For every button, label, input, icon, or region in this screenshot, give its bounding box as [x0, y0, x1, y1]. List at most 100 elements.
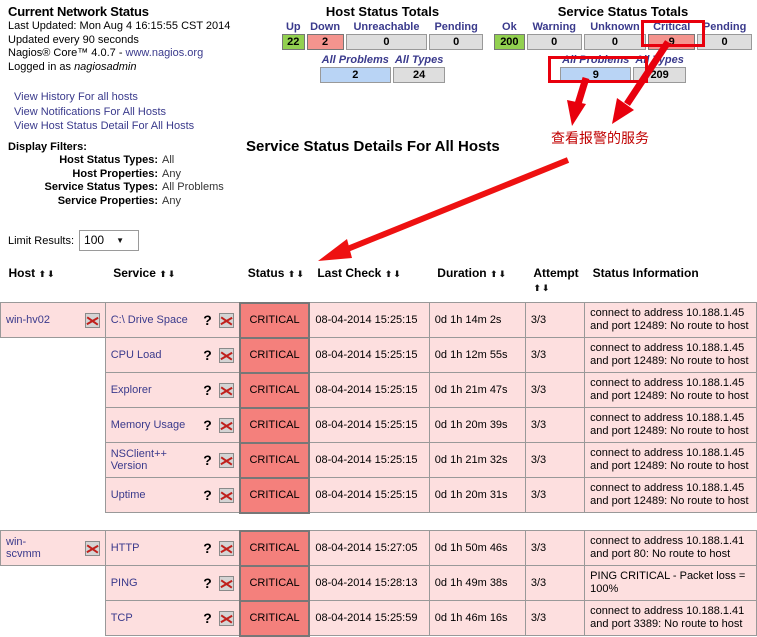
notifications-disabled-icon[interactable]	[218, 610, 234, 626]
help-icon[interactable]: ?	[203, 452, 212, 468]
host-totals-up-value[interactable]: 22	[282, 34, 305, 50]
notifications-disabled-icon[interactable]	[218, 417, 234, 433]
duration-cell: 0d 1h 21m 32s	[428, 442, 526, 478]
notifications-disabled-icon[interactable]	[218, 382, 234, 398]
help-icon[interactable]: ?	[203, 312, 212, 328]
column-header-attempt[interactable]: Attempt ⬆⬇	[525, 262, 585, 303]
table-row: NSClient++ Version? CRITICAL 08-04-2014 15…	[0, 441, 757, 479]
host-all-problems-label[interactable]: All Problems	[320, 54, 391, 66]
help-icon[interactable]: ?	[203, 610, 212, 626]
host-link[interactable]: win-hv02	[6, 314, 58, 326]
column-header-status[interactable]: Status ⬆⬇	[239, 262, 310, 303]
status-badge: CRITICAL	[238, 599, 311, 637]
notifications-disabled-icon[interactable]	[218, 452, 234, 468]
column-header-last-check[interactable]: Last Check ⬆⬇	[309, 262, 430, 303]
table-header-row: Host ⬆⬇ Service ⬆⬇ Status ⬆⬇ Last Check …	[0, 262, 757, 303]
host-totals-unreachable-value[interactable]: 0	[345, 34, 428, 50]
last-check-cell: 08-04-2014 15:25:15	[308, 442, 430, 478]
host-totals-col-down[interactable]: Down	[307, 21, 344, 33]
host-totals-col-pending[interactable]: Pending	[429, 21, 483, 33]
service-totals-col-pending[interactable]: Pending	[697, 21, 752, 33]
host-summary-value-row: 2 24	[319, 67, 446, 83]
host-all-types-label[interactable]: All Types	[393, 54, 446, 66]
filter-row: Host Properties: Any	[8, 168, 224, 182]
limit-results-select[interactable]: 100 ▼	[79, 230, 140, 251]
sort-arrows-icon[interactable]: ⬆⬇	[533, 283, 550, 293]
help-icon[interactable]: ?	[203, 540, 212, 556]
column-header-service[interactable]: Service ⬆⬇	[105, 262, 240, 303]
help-icon[interactable]: ?	[203, 487, 212, 503]
notifications-disabled-icon[interactable]	[84, 312, 100, 328]
notifications-disabled-icon[interactable]	[84, 540, 100, 556]
service-link[interactable]: Memory Usage	[111, 419, 197, 431]
status-information-cell: connect to address 10.188.1.45 and port …	[584, 302, 757, 338]
limit-results-control: Limit Results: 100 ▼	[8, 230, 140, 251]
service-totals-unknown-value[interactable]: 0	[583, 34, 647, 50]
service-link[interactable]: HTTP	[111, 542, 197, 554]
service-status-totals-table: Ok Warning Unknown Critical Pending 200 …	[492, 20, 754, 51]
view-notifications-link[interactable]: View Notifications For All Hosts	[14, 105, 194, 120]
service-link[interactable]: Uptime	[111, 489, 197, 501]
notifications-disabled-icon[interactable]	[218, 575, 234, 591]
service-link[interactable]: CPU Load	[111, 349, 197, 361]
nagios-website-link[interactable]: www.nagios.org	[126, 47, 204, 59]
help-icon[interactable]: ?	[203, 575, 212, 591]
duration-cell: 0d 1h 12m 55s	[428, 337, 526, 373]
sort-arrows-icon[interactable]: ⬆⬇	[385, 269, 402, 279]
sort-arrows-icon[interactable]: ⬆⬇	[159, 269, 176, 279]
last-check-cell: 08-04-2014 15:25:15	[308, 337, 430, 373]
nagios-version-text: Nagios® Core™ 4.0.7 - www.nagios.org	[8, 47, 278, 61]
help-icon[interactable]: ?	[203, 382, 212, 398]
limit-results-label: Limit Results:	[8, 234, 75, 247]
notifications-disabled-icon[interactable]	[218, 540, 234, 556]
service-totals-col-unknown[interactable]: Unknown	[584, 21, 646, 33]
host-status-totals-table: Up Down Unreachable Pending 22 2 0 0	[280, 20, 485, 51]
sort-arrows-icon[interactable]: ⬆⬇	[39, 269, 56, 279]
host-totals-col-up[interactable]: Up	[282, 21, 305, 33]
sort-arrows-icon[interactable]: ⬆⬇	[288, 269, 305, 279]
notifications-disabled-icon[interactable]	[218, 487, 234, 503]
help-icon[interactable]: ?	[203, 417, 212, 433]
status-information-cell: connect to address 10.188.1.45 and port …	[584, 442, 757, 478]
service-totals-col-ok[interactable]: Ok	[494, 21, 525, 33]
host-cell-empty	[0, 337, 106, 373]
host-all-types-value[interactable]: 24	[392, 67, 446, 83]
column-header-duration[interactable]: Duration ⬆⬇	[429, 262, 526, 303]
help-icon[interactable]: ?	[203, 347, 212, 363]
service-link[interactable]: TCP	[111, 612, 197, 624]
service-totals-warning-value[interactable]: 0	[526, 34, 582, 50]
service-link[interactable]: Explorer	[111, 384, 197, 396]
service-totals-pending-value[interactable]: 0	[697, 34, 752, 50]
notifications-disabled-icon[interactable]	[218, 312, 234, 328]
host-totals-col-unreachable[interactable]: Unreachable	[346, 21, 428, 33]
view-links-list: View History For all hosts View Notifica…	[14, 90, 194, 134]
service-totals-ok-value[interactable]: 200	[494, 34, 525, 50]
host-link[interactable]: win-scvmm	[6, 536, 58, 560]
status-information-cell: PING CRITICAL - Packet loss = 100%	[584, 565, 757, 601]
host-totals-down-value[interactable]: 2	[306, 34, 344, 50]
column-header-status-information: Status Information	[584, 262, 757, 303]
table-row: win-hv02 C:\ Drive Space? CRITICAL 08-04-20…	[0, 301, 757, 339]
host-totals-pending-value[interactable]: 0	[429, 34, 483, 50]
table-row: TCP? CRITICAL 08-04-2014 15:25:59 0d 1h 46m…	[0, 599, 757, 637]
service-link[interactable]: C:\ Drive Space	[111, 314, 197, 326]
duration-cell: 0d 1h 50m 46s	[428, 530, 526, 566]
filter-value: Any	[162, 194, 181, 207]
column-header-host[interactable]: Host ⬆⬇	[0, 262, 106, 303]
notifications-disabled-icon[interactable]	[218, 347, 234, 363]
last-check-cell: 08-04-2014 15:25:15	[308, 407, 430, 443]
filter-row: Service Properties: Any	[8, 195, 224, 209]
view-history-link[interactable]: View History For all hosts	[14, 90, 194, 105]
service-link[interactable]: PING	[111, 577, 197, 589]
service-totals-col-warning[interactable]: Warning	[527, 21, 582, 33]
host-totals-summary-table: All Problems All Types 2 24	[318, 53, 448, 84]
host-all-problems-value[interactable]: 2	[319, 67, 391, 83]
host-status-totals-title: Host Status Totals	[325, 4, 440, 19]
service-totals-header-row: Ok Warning Unknown Critical Pending	[494, 21, 752, 33]
attempt-cell: 3/3	[524, 337, 586, 373]
sort-arrows-icon[interactable]: ⬆⬇	[490, 269, 507, 279]
view-host-status-detail-link[interactable]: View Host Status Detail For All Hosts	[14, 119, 194, 134]
service-link[interactable]: NSClient++ Version	[111, 448, 197, 472]
status-badge: CRITICAL	[238, 476, 311, 514]
table-row: Explorer? CRITICAL 08-04-2014 15:25:15 0d 1…	[0, 371, 757, 409]
